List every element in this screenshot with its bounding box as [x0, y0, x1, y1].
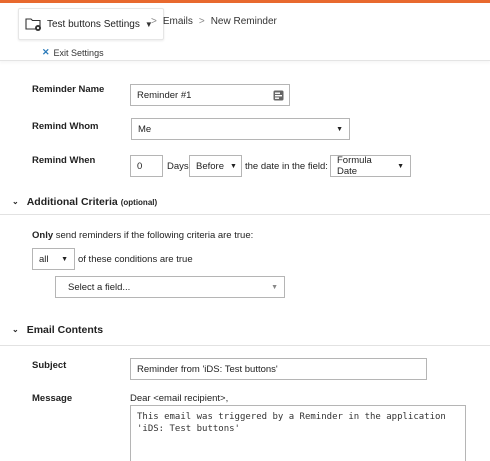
- breadcrumb-separator: >: [198, 16, 205, 27]
- reminder-name-input[interactable]: Reminder #1: [130, 84, 290, 106]
- additional-criteria-toggle[interactable]: ⌄ Additional Criteria (optional): [12, 196, 157, 208]
- chevron-down-icon: ▼: [336, 125, 343, 133]
- message-greeting: Dear <email recipient>,: [130, 393, 229, 404]
- chevron-down-icon: ▼: [271, 283, 278, 291]
- date-field-select[interactable]: Formula Date ▼: [330, 155, 411, 177]
- reminder-name-label: Reminder Name: [32, 84, 105, 95]
- section-divider: [0, 345, 490, 346]
- match-all-value: all: [39, 253, 49, 265]
- remind-whom-select[interactable]: Me ▼: [131, 118, 350, 140]
- select-field-placeholder: Select a field...: [68, 281, 131, 293]
- reminder-name-value: Reminder #1: [137, 89, 192, 101]
- app-settings-menu-button[interactable]: Test buttons Settings ▼: [18, 8, 164, 40]
- match-all-select[interactable]: all ▼: [32, 248, 75, 270]
- remind-whom-label: Remind Whom: [32, 121, 99, 132]
- remind-when-label: Remind When: [32, 155, 96, 166]
- subject-value: Reminder from 'iDS: Test buttons': [137, 363, 278, 375]
- email-contents-title: Email Contents: [26, 324, 104, 336]
- date-field-value: Formula Date: [337, 155, 372, 177]
- breadcrumb-current: New Reminder: [210, 16, 277, 27]
- message-body: This email was triggered by a Reminder i…: [137, 412, 446, 434]
- days-input[interactable]: 0: [130, 155, 163, 177]
- before-after-select[interactable]: Before ▼: [189, 155, 242, 177]
- chevron-down-icon: ▼: [230, 162, 237, 170]
- select-field-dropdown[interactable]: Select a field... ▼: [55, 276, 285, 298]
- chevron-down-icon: ▼: [397, 162, 404, 170]
- close-icon: ✕: [42, 47, 50, 57]
- before-after-value: Before: [196, 160, 224, 172]
- folder-gear-icon: [25, 16, 43, 32]
- message-label: Message: [32, 393, 73, 404]
- exit-settings-label: Exit Settings: [53, 47, 104, 58]
- additional-criteria-title: Additional Criteria: [26, 196, 118, 208]
- criteria-instruction-text: send reminders if the following criteria…: [55, 230, 254, 241]
- subject-label: Subject: [32, 360, 67, 371]
- exit-settings-link[interactable]: ✕ Exit Settings: [42, 47, 104, 58]
- optional-label: (optional): [120, 197, 158, 207]
- subject-input[interactable]: Reminder from 'iDS: Test buttons': [130, 358, 427, 380]
- settings-header: Test buttons Settings ▼ > Emails > New R…: [0, 3, 490, 61]
- chevron-down-icon: ⌄: [12, 196, 19, 206]
- message-textarea[interactable]: This email was triggered by a Reminder i…: [130, 405, 466, 461]
- match-text: of these conditions are true: [78, 254, 193, 265]
- days-value: 0: [137, 160, 143, 172]
- breadcrumb-separator: >: [151, 16, 157, 27]
- email-contents-toggle[interactable]: ⌄ Email Contents: [12, 324, 103, 336]
- remind-whom-value: Me: [138, 123, 152, 135]
- criteria-instruction: Only send reminders if the following cri…: [32, 230, 253, 241]
- app-settings-menu-label: Test buttons Settings: [47, 18, 140, 30]
- breadcrumb-emails[interactable]: Emails: [163, 16, 193, 27]
- days-text: Days: [167, 161, 189, 172]
- field-picker-icon[interactable]: [273, 90, 284, 101]
- date-field-text: the date in the field:: [245, 161, 328, 172]
- section-divider: [0, 214, 490, 215]
- chevron-down-icon: ⌄: [12, 324, 19, 334]
- only-label: Only: [32, 230, 54, 241]
- breadcrumb: > Emails > New Reminder: [145, 16, 277, 27]
- chevron-down-icon: ▼: [61, 255, 68, 263]
